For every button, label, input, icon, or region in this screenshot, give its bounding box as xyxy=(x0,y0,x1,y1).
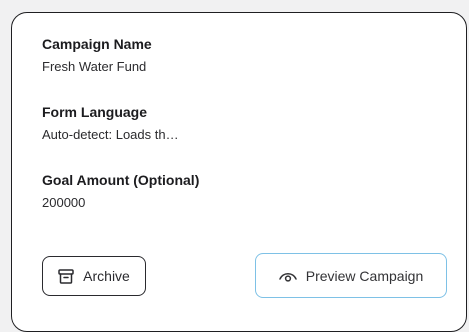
archive-button[interactable]: Archive xyxy=(42,256,146,296)
form-language-field: Form Language Auto-detect: Loads th… xyxy=(42,103,179,143)
eye-icon xyxy=(279,270,297,282)
form-language-label: Form Language xyxy=(42,104,148,120)
form-language-value: Auto-detect: Loads th… xyxy=(42,127,179,142)
preview-campaign-label: Preview Campaign xyxy=(305,267,424,284)
goal-amount-field: Goal Amount (Optional) 200000 xyxy=(42,171,199,211)
campaign-name-field: Campaign Name Fresh Water Fund xyxy=(42,35,152,75)
campaign-name-value: Fresh Water Fund xyxy=(42,59,147,74)
archive-button-label: Archive xyxy=(83,268,130,284)
archive-box-icon xyxy=(58,268,74,284)
goal-amount-label: Goal Amount (Optional) xyxy=(42,172,200,188)
preview-campaign-button[interactable]: Preview Campaign xyxy=(255,253,447,298)
campaign-details-card: Campaign Name Fresh Water Fund Form Lang… xyxy=(11,12,467,332)
goal-amount-value: 200000 xyxy=(42,195,86,210)
campaign-name-label: Campaign Name xyxy=(42,36,152,52)
